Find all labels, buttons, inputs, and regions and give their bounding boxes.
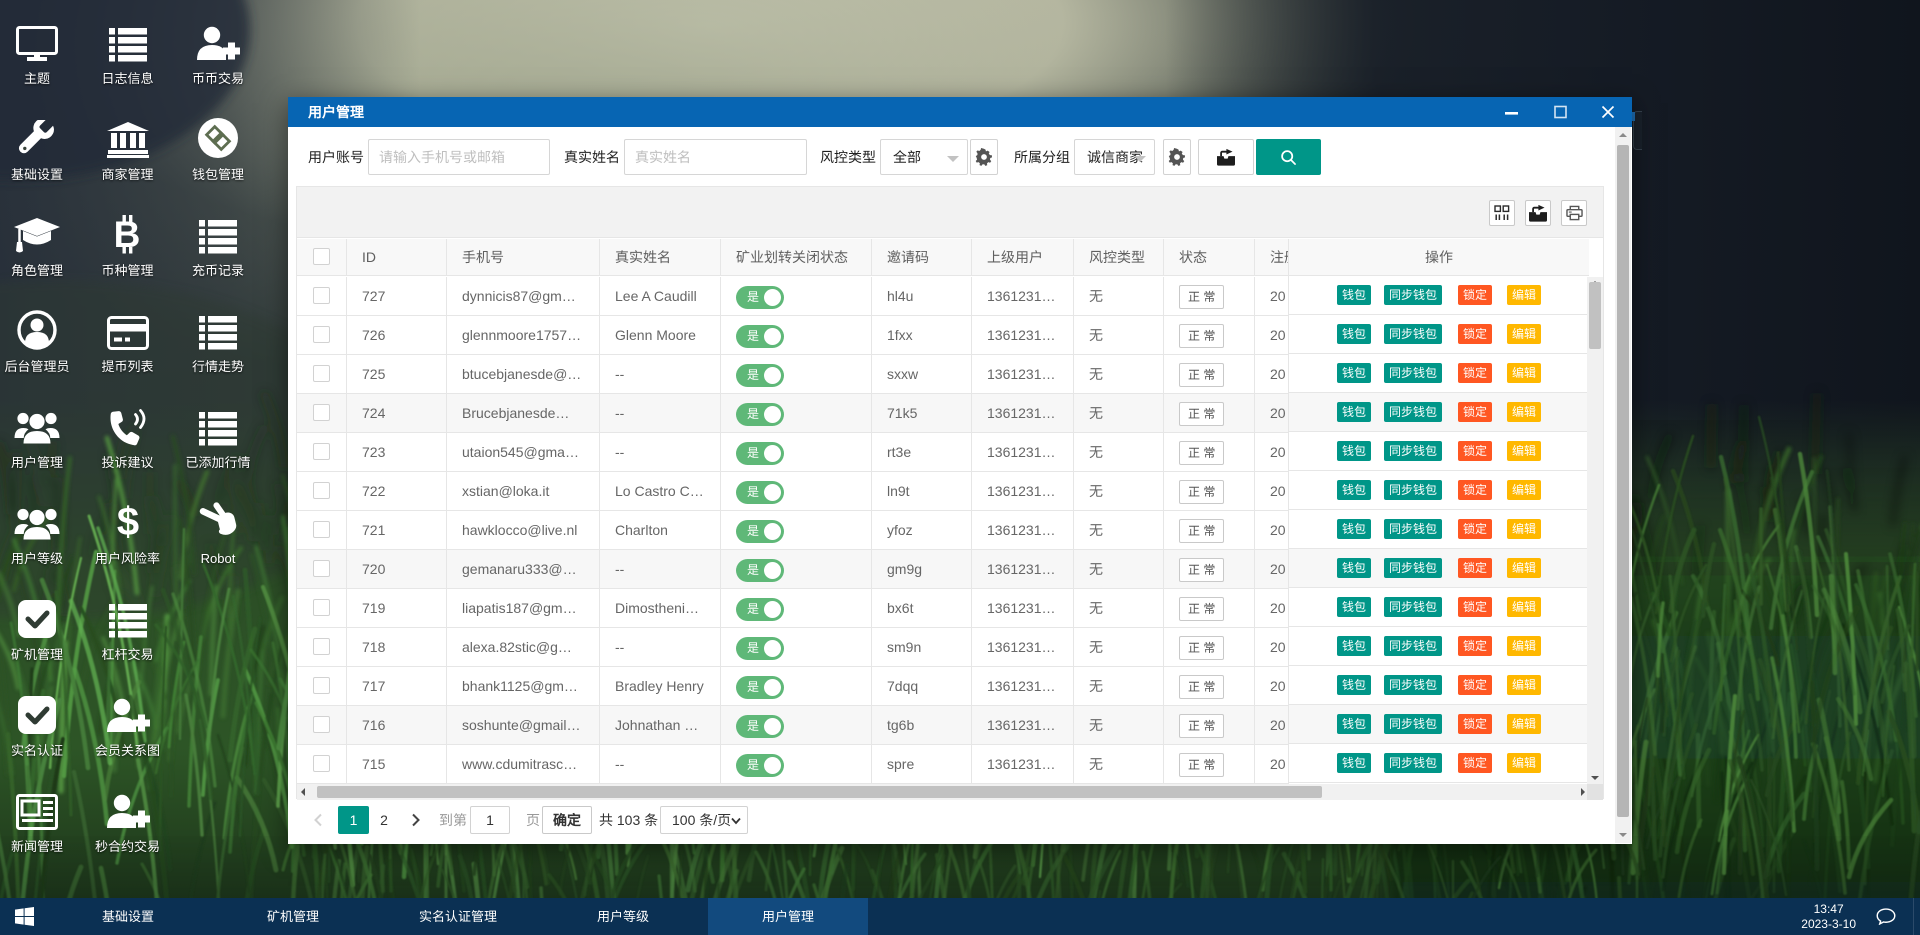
svg-text:B: B (114, 214, 140, 254)
svg-text:$: $ (116, 502, 138, 542)
